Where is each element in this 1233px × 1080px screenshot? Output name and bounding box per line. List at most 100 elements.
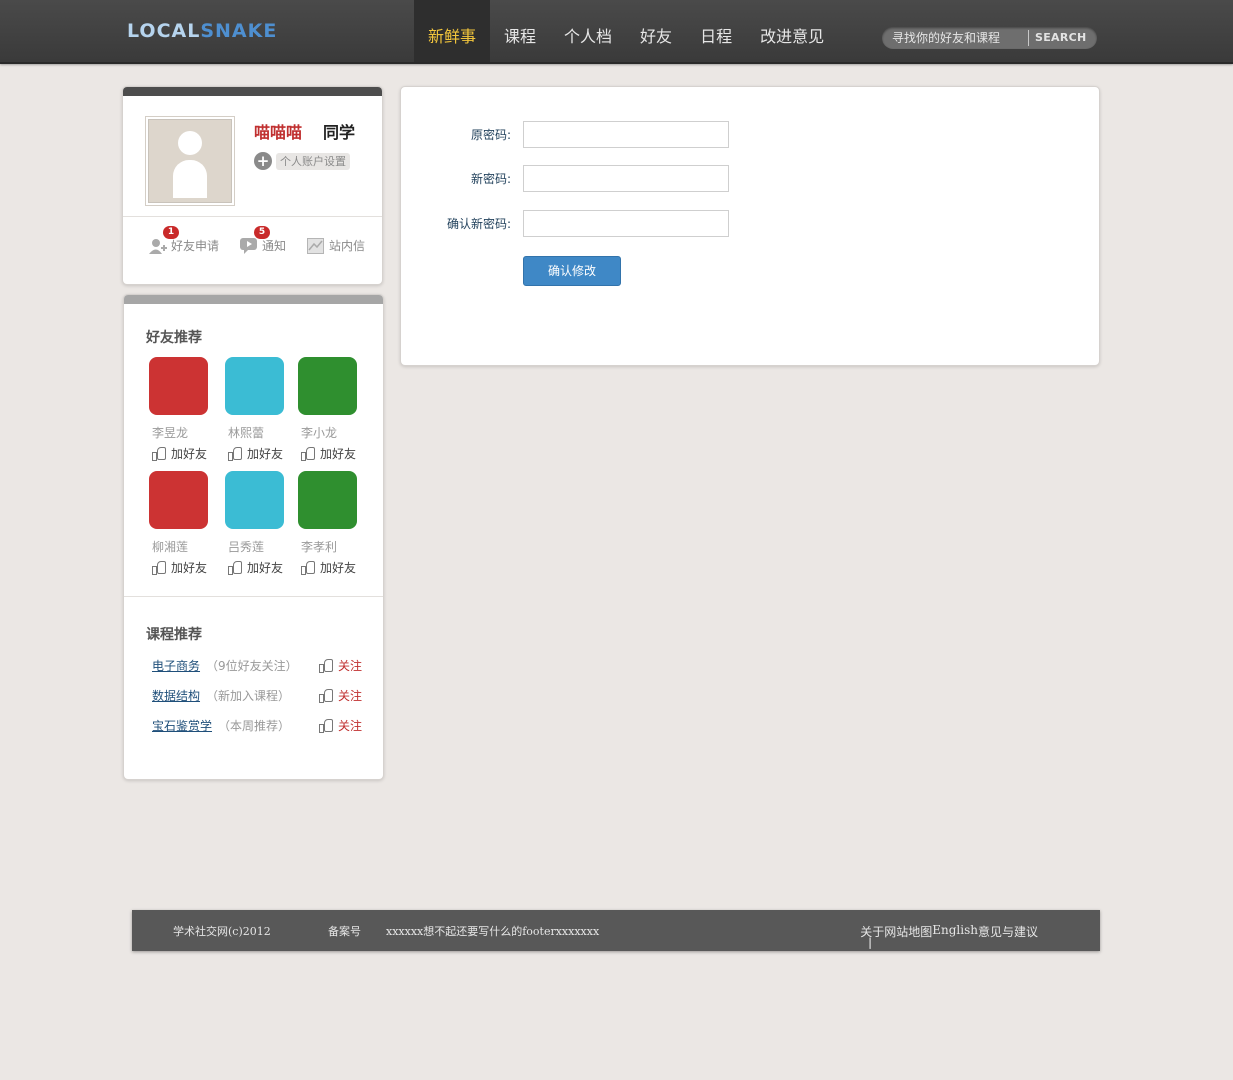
add-friend-button[interactable]: 加好友 [298,445,368,462]
friend-avatar[interactable] [298,471,357,529]
friend-avatar[interactable] [149,357,208,415]
nav-courses[interactable]: 课程 [490,0,550,62]
divider [124,596,383,597]
friend-card: 吕秀莲 加好友 [225,471,295,576]
panel-cap [123,87,382,96]
friend-name: 吕秀莲 [228,540,265,554]
thumbs-up-icon [318,688,333,703]
footer-link-english[interactable]: English [932,923,978,940]
user-title: 同学 [323,123,356,142]
old-password-row: 原密码: [401,121,729,148]
thumbs-up-icon [318,718,333,733]
friend-avatar[interactable] [225,471,284,529]
friend-name: 林熙蕾 [228,426,265,440]
account-settings-label: 个人账户设置 [276,152,350,170]
logo-part2: SNAKE [200,20,278,42]
follow-label: 关注 [337,718,362,733]
course-note: （新加入课程） [206,688,291,703]
mail-icon [307,237,325,254]
friend-card: 林熙蕾 加好友 [225,357,295,462]
footer-links: 关于 | 网站地图 | English | 意见与建议 [860,923,1038,949]
add-friend-label: 加好友 [247,447,284,461]
friend-card: 李小龙 加好友 [298,357,368,462]
friend-requests-link[interactable]: 1 好友申请 [149,225,220,254]
course-item: 数据结构 （新加入课程） 关注 [152,686,362,704]
course-note: （9位好友关注） [206,658,298,673]
confirm-password-label: 确认新密码: [446,217,511,231]
footer: 学术社交网(c)2012 备案号 xxxxxx想不起还要写什么的footerxx… [132,910,1100,951]
add-friend-button[interactable]: 加好友 [149,445,219,462]
follow-label: 关注 [337,658,362,673]
add-friend-label: 加好友 [247,561,284,575]
plus-icon: + [254,152,272,170]
nav-feedback[interactable]: 改进意见 [746,0,838,62]
search-input[interactable] [892,29,1022,47]
recommendations-panel: 好友推荐 李昱龙 加好友 林熙蕾 加好友 李小龙 加好友 柳湘莲 加好友 吕秀莲… [123,294,384,780]
account-settings-link[interactable]: + 个人账户设置 [254,151,350,171]
nav-news[interactable]: 新鲜事 [414,0,491,62]
course-link[interactable]: 电子商务 [152,657,200,674]
thumbs-up-icon [301,561,315,575]
avatar-head [178,131,202,155]
notification-badge: 5 [254,225,270,239]
messages-link[interactable]: 站内信 [307,237,365,254]
avatar[interactable] [148,119,232,203]
nav-profile[interactable]: 个人档 [550,0,626,62]
search-divider [1028,30,1029,46]
site-logo[interactable]: LOCALSNAKE [127,20,277,46]
search-button[interactable]: SEARCH [1035,31,1087,44]
friends-section-title: 好友推荐 [146,330,202,346]
thumbs-up-icon [152,561,166,575]
search-box: SEARCH [882,27,1097,49]
footer-text: xxxxxx想不起还要写什么的footerxxxxxxx [386,925,600,938]
new-password-label: 新密码: [470,172,511,186]
add-friend-button[interactable]: 加好友 [225,559,295,576]
profile-panel: 喵喵喵 同学 + 个人账户设置 1 好友申请 5 通知 站内信 [122,86,383,285]
add-friend-button[interactable]: 加好友 [225,445,295,462]
thumbs-up-icon [152,447,166,461]
nav-schedule[interactable]: 日程 [686,0,746,62]
add-friend-label: 加好友 [171,561,208,575]
friend-name: 李小龙 [301,426,338,440]
follow-button[interactable]: 关注 [316,657,362,674]
friend-name: 柳湘莲 [152,540,189,554]
course-link[interactable]: 宝石鉴赏学 [152,717,212,734]
course-note: （本周推荐） [218,718,291,733]
thumbs-up-icon [228,447,242,461]
notifications-link[interactable]: 5 通知 [240,225,287,254]
friend-name: 李昱龙 [152,426,189,440]
friend-requests-label: 好友申请 [171,239,220,253]
thumbs-up-icon [301,447,315,461]
friend-name: 李孝利 [301,540,338,554]
new-password-input[interactable] [523,165,729,192]
notifications-label: 通知 [262,239,287,253]
footer-link-sitemap[interactable]: 网站地图 [884,923,932,940]
course-item: 电子商务 （9位好友关注） 关注 [152,656,362,674]
course-item: 宝石鉴赏学 （本周推荐） 关注 [152,716,362,734]
thumbs-up-icon [228,561,242,575]
add-friend-button[interactable]: 加好友 [149,559,219,576]
old-password-input[interactable] [523,121,729,148]
add-friend-label: 加好友 [171,447,208,461]
confirm-password-input[interactable] [523,210,729,237]
add-friend-button[interactable]: 加好友 [298,559,368,576]
divider [123,216,382,217]
thumbs-up-icon [318,658,333,673]
friend-avatar[interactable] [298,357,357,415]
footer-record: 备案号 [328,925,361,938]
course-link[interactable]: 数据结构 [152,687,200,704]
nav-friends[interactable]: 好友 [626,0,686,62]
messages-label: 站内信 [329,239,366,253]
footer-copyright: 学术社交网(c)2012 [173,925,271,938]
friend-avatar[interactable] [225,357,284,415]
footer-link-about[interactable]: 关于 [860,923,884,940]
password-form-panel: 原密码: 新密码: 确认新密码: 确认修改 [400,86,1100,366]
friend-avatar[interactable] [149,471,208,529]
follow-button[interactable]: 关注 [316,717,362,734]
friend-card: 柳湘莲 加好友 [149,471,219,576]
follow-button[interactable]: 关注 [316,687,362,704]
old-password-label: 原密码: [470,128,511,142]
footer-separator: | [868,936,872,949]
confirm-change-button[interactable]: 确认修改 [523,256,621,286]
footer-link-feedback[interactable]: 意见与建议 [978,923,1038,940]
